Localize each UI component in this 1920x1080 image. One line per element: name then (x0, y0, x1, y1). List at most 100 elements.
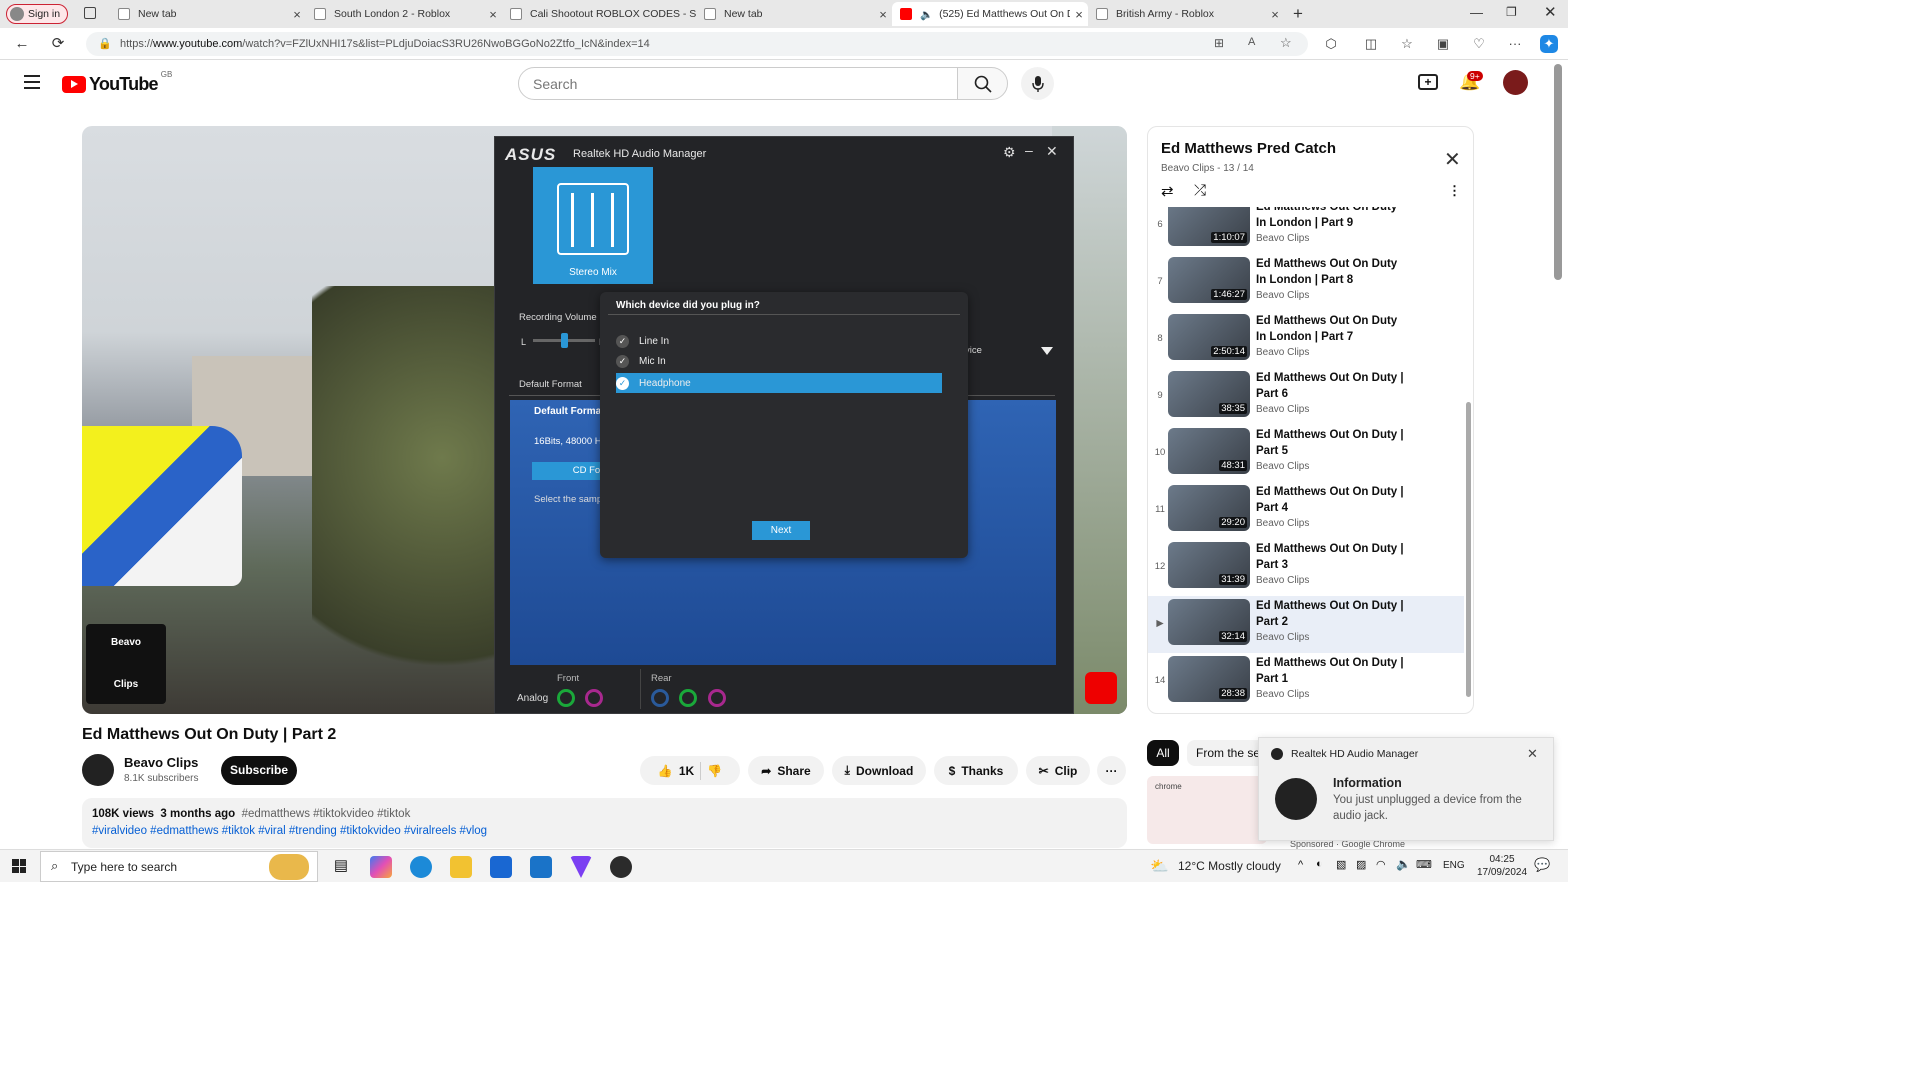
tray-app-icon[interactable]: ▧ (1336, 858, 1346, 871)
taskbar-search-input[interactable]: ⌕ Type here to search (40, 851, 318, 882)
playlist-item[interactable]: 10 48:31 Ed Matthews Out On Duty | Part 5B… (1148, 425, 1464, 482)
video-thumbnail[interactable]: 32:14 (1168, 599, 1250, 645)
video-thumbnail[interactable]: 1:46:27 (1168, 257, 1250, 303)
tab-south-london[interactable]: South London 2 - Roblox × (306, 2, 502, 26)
description-box[interactable]: 108K views 3 months ago #edmatthews #tik… (82, 798, 1127, 848)
close-notification-icon[interactable]: ✕ (1527, 746, 1538, 762)
browser-essentials-icon[interactable]: ♡ (1470, 35, 1488, 53)
video-thumbnail[interactable]: 29:20 (1168, 485, 1250, 531)
minimize-icon[interactable]: – (1025, 142, 1033, 158)
tab-youtube-active[interactable]: 🔈 (525) Ed Matthews Out On D × (892, 2, 1088, 26)
description-hashtags[interactable]: #viralvideo #edmatthews #tiktok #viral #… (92, 825, 487, 837)
tray-app-icon[interactable]: ▨ (1356, 858, 1366, 871)
channel-avatar[interactable] (82, 754, 114, 786)
edge-browser-icon[interactable] (410, 856, 432, 878)
copilot-taskbar-icon[interactable] (370, 856, 392, 878)
rear-blue-jack-icon[interactable] (651, 689, 669, 707)
front-pink-jack-icon[interactable] (585, 689, 603, 707)
search-input[interactable]: Search (518, 67, 958, 100)
speaker-icon[interactable]: 🔈 (920, 8, 933, 21)
more-actions-button[interactable]: ··· (1097, 756, 1126, 785)
back-icon[interactable]: ← (12, 34, 32, 54)
subscribe-button[interactable]: Subscribe (221, 756, 297, 785)
copilot-icon[interactable]: ✦ (1540, 35, 1558, 53)
settings-gear-icon[interactable]: ⚙ (1003, 144, 1016, 161)
extensions-icon[interactable]: ⬡ (1322, 35, 1340, 53)
video-thumbnail[interactable]: 2:50:14 (1168, 314, 1250, 360)
share-button[interactable]: ➦ Share (748, 756, 824, 785)
restore-icon[interactable]: ❐ (1506, 5, 1517, 19)
format-select[interactable]: 16Bits, 48000 H (534, 436, 602, 447)
video-thumbnail[interactable]: 31:39 (1168, 542, 1250, 588)
split-screen-icon[interactable]: ◫ (1362, 35, 1380, 53)
channel-watermark[interactable]: Beavo Clips (86, 624, 166, 704)
close-window-icon[interactable]: ✕ (1544, 3, 1557, 21)
close-tab-icon[interactable]: × (288, 7, 306, 22)
video-thumbnail[interactable]: 48:31 (1168, 428, 1250, 474)
playlist-item[interactable]: 9 38:35 Ed Matthews Out On Duty | Part 6 Be… (1148, 368, 1464, 425)
close-tab-icon[interactable]: × (874, 7, 892, 22)
search-button[interactable] (957, 67, 1008, 100)
weather-icon[interactable]: ⛅ (1150, 857, 1169, 875)
tab-actions-icon[interactable] (84, 7, 96, 19)
url-field[interactable]: 🔒 https://www.youtube.com/watch?v=FZlUxN… (86, 32, 1308, 56)
account-avatar[interactable] (1503, 70, 1528, 95)
tab-new-tab-2[interactable]: New tab × (696, 2, 892, 26)
playlist-item-current[interactable]: ▶ 32:14 Ed Matthews Out On Duty | Part 2 Be… (1148, 596, 1464, 653)
new-tab-icon[interactable]: + (1293, 4, 1303, 24)
loop-icon[interactable]: ⇄ (1161, 182, 1174, 200)
video-thumbnail[interactable]: 38:35 (1168, 371, 1250, 417)
page-scrollbar[interactable] (1554, 64, 1562, 280)
thanks-button[interactable]: $ Thanks (934, 756, 1018, 785)
close-tab-icon[interactable]: × (1070, 7, 1088, 22)
chip-from-the-series[interactable]: From the se (1187, 740, 1267, 766)
tab-new-tab-1[interactable]: New tab × (110, 2, 306, 26)
app-available-icon[interactable]: ⊞ (1214, 36, 1224, 50)
keyboard-icon[interactable]: ⌨ (1416, 858, 1432, 871)
collections-icon[interactable]: ▣ (1434, 35, 1452, 53)
close-icon[interactable]: ✕ (1046, 143, 1058, 160)
option-headphone[interactable]: ✓ Headphone (616, 373, 942, 393)
youtube-logo[interactable]: YouTube GB (62, 70, 172, 95)
download-button[interactable]: ⤓ Download (832, 756, 926, 785)
playlist-item[interactable]: 11 29:20 Ed Matthews Out On Duty | Part 4B… (1148, 482, 1464, 539)
front-green-jack-icon[interactable] (557, 689, 575, 707)
mail-icon[interactable] (530, 856, 552, 878)
playlist-item[interactable]: 12 31:39 Ed Matthews Out On Duty | Part 3B… (1148, 539, 1464, 596)
notification-center-icon[interactable]: 💬 (1534, 857, 1550, 873)
clip-button[interactable]: ✂ Clip (1026, 756, 1090, 785)
sponsored-ad-thumbnail[interactable]: chrome (1147, 776, 1267, 844)
video-thumbnail[interactable]: 28:38 (1168, 656, 1250, 702)
playlist-scrollbar[interactable] (1466, 402, 1471, 697)
option-mic-in[interactable]: ✓ Mic In (616, 351, 942, 371)
tab-default-format[interactable]: Default Format (519, 379, 582, 390)
rear-green-jack-icon[interactable] (679, 689, 697, 707)
close-playlist-icon[interactable]: ✕ (1444, 147, 1461, 172)
language-indicator[interactable]: ENG (1443, 860, 1465, 871)
tray-realtek-icon[interactable]: ◐ (1316, 858, 1323, 870)
close-tab-icon[interactable]: × (484, 7, 502, 22)
more-menu-icon[interactable]: ··· (1506, 35, 1524, 53)
task-view-icon[interactable]: ▤ (330, 856, 352, 878)
recording-volume-slider[interactable] (533, 333, 595, 348)
playlist-title[interactable]: Ed Matthews Pred Catch (1161, 140, 1336, 157)
create-video-icon[interactable]: + (1418, 74, 1438, 90)
playlist-item[interactable]: 8 2:50:14 Ed Matthews Out On Duty In Londo… (1148, 311, 1464, 368)
microsoft-store-icon[interactable] (490, 856, 512, 878)
stereo-mix-device-tile[interactable]: Stereo Mix (533, 167, 653, 284)
volume-icon[interactable]: 🔈 (1396, 857, 1411, 871)
favorites-icon[interactable]: ☆ (1398, 35, 1416, 53)
file-explorer-icon[interactable] (450, 856, 472, 878)
shuffle-icon[interactable]: ⤮ (1194, 182, 1206, 199)
option-line-in[interactable]: ✓ Line In (616, 331, 942, 351)
voice-search-button[interactable] (1021, 67, 1054, 100)
read-aloud-icon[interactable]: A (1248, 36, 1255, 48)
playlist-item[interactable]: 7 1:46:27 Ed Matthews Out On Duty In Londo… (1148, 254, 1464, 311)
app-triangle-icon[interactable] (570, 856, 592, 878)
realtek-taskbar-icon[interactable] (610, 856, 632, 878)
tab-british-army[interactable]: British Army - Roblox × (1088, 2, 1284, 26)
favorite-star-icon[interactable]: ☆ (1280, 35, 1292, 51)
dislike-button[interactable]: 👎 (707, 764, 722, 778)
toast-notification[interactable]: Realtek HD Audio Manager ✕ Information Y… (1258, 737, 1554, 841)
channel-name[interactable]: Beavo Clips (124, 755, 198, 770)
